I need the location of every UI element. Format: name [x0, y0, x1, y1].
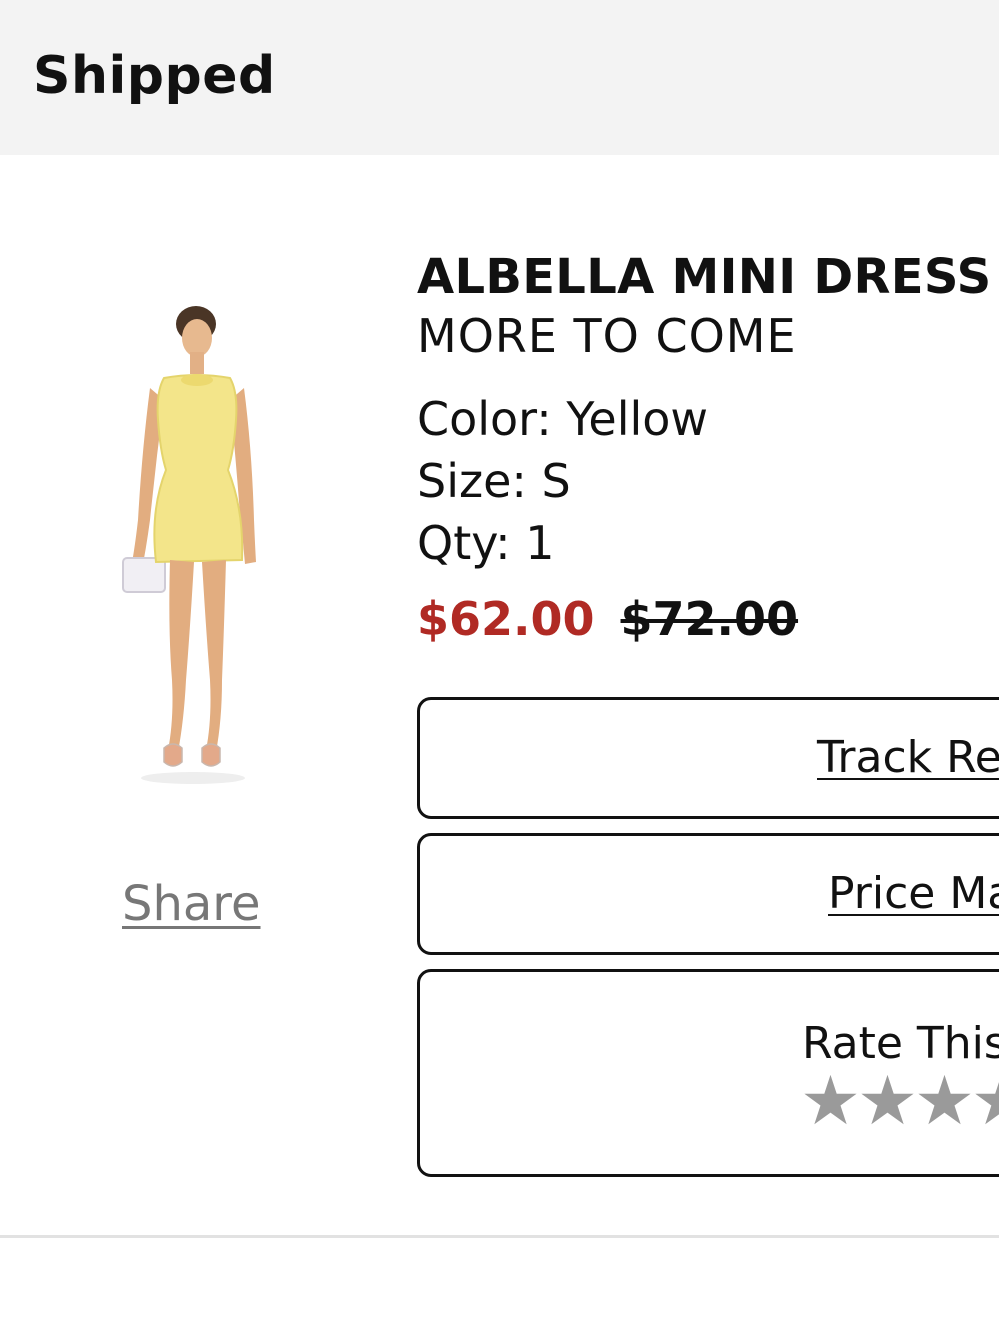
- star-3-icon[interactable]: ★: [914, 1067, 975, 1137]
- product-quantity: Qty: 1: [417, 516, 555, 570]
- product-name[interactable]: ALBELLA MINI DRESS: [417, 248, 999, 306]
- star-2-icon[interactable]: ★: [857, 1067, 918, 1137]
- section-divider: [0, 1235, 999, 1238]
- product-image[interactable]: [98, 300, 288, 795]
- track-return-button[interactable]: Track Return: [417, 697, 999, 819]
- track-return-label[interactable]: Track Return: [817, 730, 999, 786]
- original-price: $72.00: [620, 592, 799, 646]
- price-match-button[interactable]: Price Match: [417, 833, 999, 955]
- rate-item-panel: Rate This Item ★★★★★: [417, 969, 999, 1177]
- order-status-header: Shipped: [0, 0, 999, 155]
- star-4-icon[interactable]: ★: [971, 1067, 999, 1137]
- price-row: $62.00 $72.00: [417, 588, 999, 650]
- product-color: Color: Yellow: [417, 392, 709, 446]
- product-size: Size: S: [417, 454, 571, 508]
- star-1-icon[interactable]: ★: [800, 1067, 861, 1137]
- rating-stars[interactable]: ★★★★★: [800, 1067, 999, 1137]
- share-link[interactable]: Share: [122, 873, 261, 935]
- sale-price: $62.00: [417, 592, 595, 646]
- dress-model-illustration: [122, 306, 256, 784]
- price-match-label[interactable]: Price Match: [828, 866, 999, 922]
- product-details: ALBELLA MINI DRESS MORE TO COME Color: Y…: [417, 248, 999, 650]
- product-brand[interactable]: MORE TO COME: [417, 306, 999, 366]
- order-status-title: Shipped: [33, 46, 276, 106]
